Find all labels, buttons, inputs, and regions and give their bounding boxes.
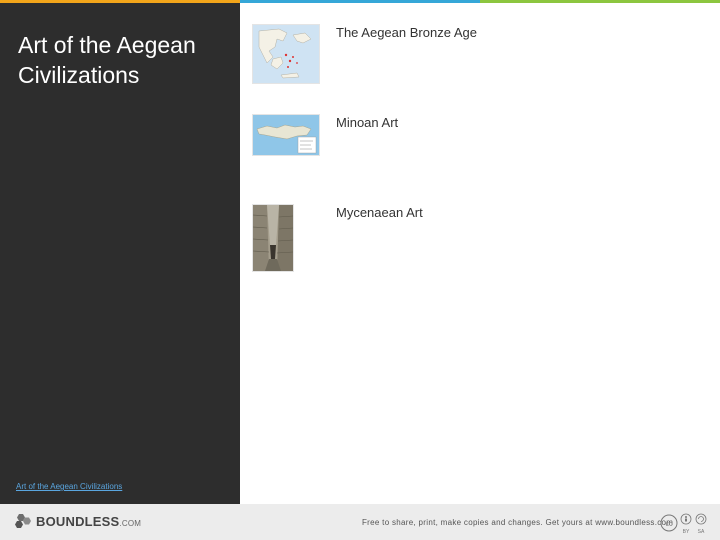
svg-text:cc: cc	[666, 521, 674, 528]
stripe-green	[480, 0, 720, 3]
sidebar: Art of the Aegean Civilizations Art of t…	[0, 3, 240, 504]
footer-notice: Free to share, print, make copies and ch…	[362, 518, 674, 527]
license-by-label: BY	[683, 529, 690, 535]
list-item-aegean-bronze-age[interactable]: The Aegean Bronze Age	[252, 24, 692, 94]
crete-map-thumbnail[interactable]	[252, 114, 320, 156]
brand-text: BOUNDLESS	[36, 513, 120, 529]
stone-corridor-photo-thumbnail[interactable]	[252, 204, 294, 272]
stripe-blue	[240, 0, 480, 3]
cc-license-icon: cc BY SA	[660, 513, 707, 535]
item-label[interactable]: Minoan Art	[336, 115, 398, 130]
brand-name: BOUNDLESS.COM	[36, 514, 141, 529]
item-label[interactable]: The Aegean Bronze Age	[336, 25, 477, 40]
list-item-mycenaean-art[interactable]: Mycenaean Art	[252, 204, 692, 274]
brand-suffix: .COM	[119, 518, 142, 528]
footer: BOUNDLESS.COM Free to share, print, make…	[0, 504, 720, 540]
item-label[interactable]: Mycenaean Art	[336, 205, 423, 220]
boundless-hexagon-icon	[15, 514, 31, 528]
license-sa-label: SA	[698, 529, 705, 535]
list-item-minoan-art[interactable]: Minoan Art	[252, 114, 692, 184]
page-title: Art of the Aegean Civilizations	[18, 32, 196, 88]
source-link[interactable]: Art of the Aegean Civilizations	[16, 482, 122, 491]
creative-commons-license[interactable]: cc BY SA	[660, 513, 708, 535]
greece-map-thumbnail[interactable]	[252, 24, 320, 84]
boundless-logo[interactable]: BOUNDLESS.COM	[14, 513, 141, 529]
